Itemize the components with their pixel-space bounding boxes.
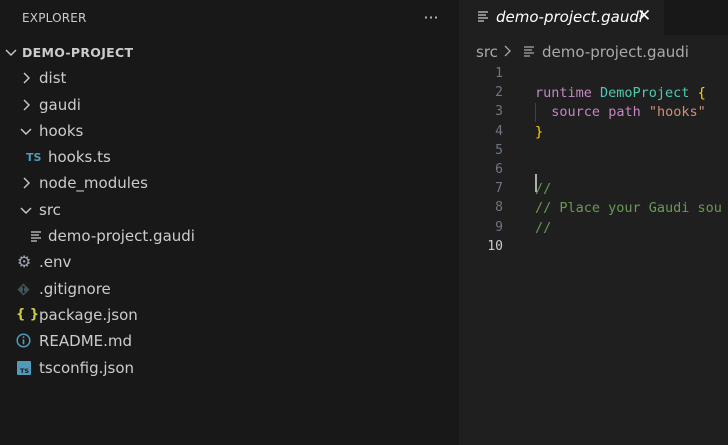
chevron-right-icon	[23, 99, 30, 111]
line-number: 8	[495, 200, 503, 216]
tree-item-label: src	[39, 200, 61, 219]
explorer-title: EXPLORER	[22, 11, 87, 25]
line-number: 9	[495, 219, 503, 235]
line-text: //	[535, 220, 551, 236]
tree-item-gaudi[interactable]: gaudi	[0, 92, 459, 118]
tree-item-label: hooks	[39, 121, 84, 140]
code-line: 4}	[459, 123, 728, 142]
tree-item-src[interactable]: src	[0, 197, 459, 223]
chevron-down-icon	[5, 49, 17, 56]
svg-text:TS: TS	[20, 367, 29, 375]
code-token: {	[697, 85, 706, 102]
tree-item-label: package.json	[39, 305, 138, 324]
tree-item-label: tsconfig.json	[39, 358, 135, 377]
line-number: 7	[495, 181, 503, 197]
json-icon: { }	[16, 306, 40, 322]
line-text: }	[535, 124, 543, 140]
tree-item-gitignore[interactable]: .gitignore	[0, 276, 459, 302]
tree-item-label: dist	[39, 69, 67, 88]
tree-root[interactable]: DEMO-PROJECT	[0, 39, 459, 65]
line-number: 6	[495, 161, 503, 177]
tree-item-hooks-ts[interactable]: TS hooks.ts	[0, 144, 459, 170]
code-line: 5	[459, 142, 728, 161]
code-token: }	[535, 123, 544, 140]
code-token: path	[608, 104, 641, 121]
tree-item-label: .gitignore	[39, 279, 111, 298]
breadcrumb: src demo-project.gaudi	[459, 35, 728, 67]
chevron-down-icon	[20, 207, 32, 214]
tree-item-readme[interactable]: README.md	[0, 328, 459, 354]
code-token: //	[535, 219, 552, 236]
code-line: 6	[459, 161, 728, 180]
tree-item-env[interactable]: ⚙ .env	[0, 249, 459, 275]
file-tree: DEMO-PROJECT dist gaudi hooks TS hooks.t…	[0, 39, 459, 381]
chevron-right-icon	[504, 45, 511, 57]
line-text: runtime DemoProject {	[535, 85, 706, 101]
line-number: 10	[487, 238, 503, 254]
lines-file-icon	[31, 231, 41, 242]
line-number: 1	[495, 66, 503, 81]
lines-file-icon	[524, 46, 534, 57]
line-number: 3	[495, 104, 503, 120]
tree-item-label: demo-project.gaudi	[48, 227, 195, 246]
info-icon	[16, 333, 31, 348]
code-token: // Place your Gaudi sou	[535, 200, 722, 217]
tree-item-dist[interactable]: dist	[0, 65, 459, 91]
code-line: 9 //	[459, 219, 728, 238]
tsconfig-icon: TS	[17, 360, 31, 375]
tree-item-label: node_modules	[39, 174, 148, 193]
code-token: source	[551, 104, 601, 121]
code-line: 7 //	[459, 180, 728, 199]
tab-demo-project-gaudi[interactable]: demo-project.gaudi ✕	[459, 0, 664, 35]
gear-icon: ⚙	[17, 252, 32, 272]
code-line: 10	[459, 238, 728, 257]
code-token: runtime	[535, 85, 601, 102]
chevron-down-icon	[20, 128, 32, 135]
editor-area: demo-project.gaudi ✕ src demo-project.ga…	[459, 0, 728, 445]
tree-item-tsconfig[interactable]: TS tsconfig.json	[0, 355, 459, 381]
tab-label: demo-project.gaudi	[496, 8, 644, 26]
explorer-sidebar: EXPLORER ··· DEMO-PROJECT dist gaudi hoo…	[0, 0, 459, 445]
line-number: 2	[495, 85, 503, 101]
tab-bar: demo-project.gaudi ✕	[459, 0, 728, 35]
git-icon	[17, 283, 30, 296]
code-line: 3 source path "hooks"	[459, 103, 728, 122]
line-text: // Place your Gaudi sou	[535, 200, 722, 216]
tree-item-label: README.md	[39, 332, 133, 351]
breadcrumb-file[interactable]: demo-project.gaudi	[542, 43, 689, 61]
tree-item-package-json[interactable]: { } package.json	[0, 302, 459, 328]
lines-file-icon	[478, 11, 488, 22]
explorer-header: EXPLORER ···	[0, 0, 459, 36]
breadcrumb-folder[interactable]: src	[476, 43, 498, 61]
text-cursor	[535, 174, 537, 192]
line-number: 5	[495, 142, 503, 158]
indent-guide	[535, 103, 536, 122]
line-number: 4	[495, 123, 503, 139]
code-token: "hooks"	[648, 104, 706, 121]
tree-item-hooks[interactable]: hooks	[0, 118, 459, 144]
code-line: 8 // Place your Gaudi sou	[459, 199, 728, 218]
ellipsis-icon[interactable]: ···	[420, 6, 442, 28]
tree-item-label: hooks.ts	[48, 148, 111, 167]
code-line: 1	[459, 65, 728, 84]
tree-item-demo-project-gaudi[interactable]: demo-project.gaudi	[0, 223, 459, 249]
code-editor[interactable]: 1 2 runtime DemoProject {3 source path "ho…	[459, 65, 728, 257]
line-text: //	[535, 181, 551, 197]
line-text: source path "hooks"	[535, 104, 706, 121]
code-token: //	[535, 181, 552, 198]
code-token: DemoProject	[600, 85, 690, 102]
tree-item-label: .env	[39, 253, 72, 272]
typescript-icon: TS	[26, 151, 42, 165]
tree-item-node-modules[interactable]: node_modules	[0, 170, 459, 196]
code-line: 2 runtime DemoProject {	[459, 84, 728, 103]
chevron-right-icon	[23, 177, 30, 189]
close-icon[interactable]: ✕	[637, 6, 651, 26]
chevron-right-icon	[23, 72, 30, 84]
tree-root-label: DEMO-PROJECT	[22, 45, 134, 60]
tree-item-label: gaudi	[39, 95, 81, 114]
